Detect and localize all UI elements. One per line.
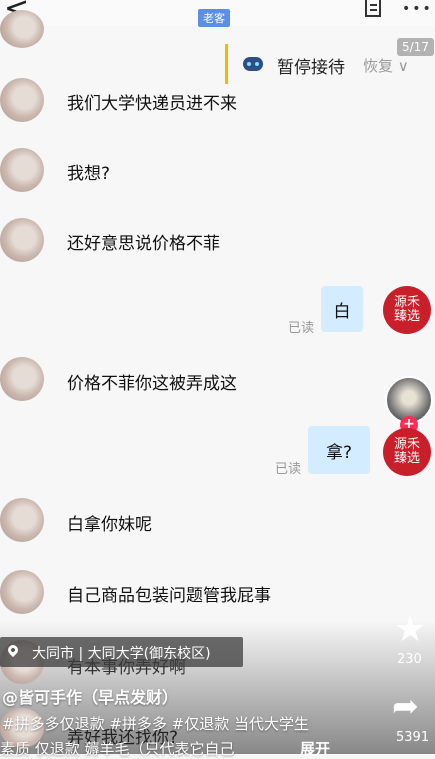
message-bubble-outgoing: 白 [321, 286, 363, 332]
message-text: 拿? [325, 442, 353, 463]
creator-account[interactable]: @皆可手作（早点发财） [2, 684, 178, 708]
robot-icon [243, 57, 263, 71]
message-text: 白 [333, 301, 351, 322]
message-text: 价格不菲你这被弄成这 [67, 374, 237, 394]
message-text: 还好意思说价格不菲 [67, 234, 220, 254]
star-icon[interactable]: ★ [394, 612, 426, 648]
message-text: 自己商品包装问题管我屁事 [67, 586, 271, 606]
hashtags[interactable]: #拼多多仅退款 #拼多多 #仅退款 当代大学生 [2, 713, 309, 734]
doc-icon[interactable] [365, 0, 381, 17]
share-count: 5391 [396, 730, 430, 745]
more-icon[interactable]: ••• [402, 1, 433, 17]
sender-avatar[interactable] [0, 10, 44, 48]
chevron-down-icon: ∨ [397, 57, 409, 75]
sender-avatar[interactable] [0, 218, 44, 262]
page-counter: 5/17 [397, 38, 434, 56]
sender-avatar[interactable] [0, 570, 44, 614]
pause-reception-label: 暂停接待 [277, 58, 345, 78]
expand-button[interactable]: 展开 [300, 738, 330, 759]
location-text: 大同市 | 大同大学(御东校区) [32, 646, 211, 662]
sender-avatar[interactable] [0, 498, 44, 542]
shop-avatar[interactable]: 源禾 臻选 [383, 286, 431, 334]
resume-button[interactable]: 恢复 ∨ [363, 55, 409, 76]
shop-avatar[interactable]: 源禾 臻选 [383, 428, 431, 476]
message-text: 白拿你妹呢 [67, 515, 152, 535]
read-status: 已读 [288, 321, 315, 336]
message-bubble-outgoing: 拿? [308, 426, 370, 474]
resume-label: 恢复 [363, 57, 394, 75]
chat-title-obscured [40, 0, 160, 12]
read-status: 已读 [275, 462, 302, 477]
location-tag[interactable]: 大同市 | 大同大学(御东校区) [0, 637, 243, 667]
customer-badge: 老客 [198, 9, 230, 27]
message-text: 我们大学快递员进不来 [67, 94, 237, 114]
sender-avatar[interactable] [0, 357, 44, 401]
message-text: 我想? [67, 164, 111, 184]
sender-avatar[interactable] [0, 78, 44, 122]
share-icon[interactable]: ➦ [392, 690, 419, 722]
location-pin-icon [5, 642, 21, 658]
status-accent-line [225, 44, 228, 84]
star-count: 230 [397, 652, 422, 667]
sender-avatar[interactable] [0, 148, 44, 192]
video-description: 素质 仅退款 薅羊毛（只代表它自己 [0, 740, 235, 758]
